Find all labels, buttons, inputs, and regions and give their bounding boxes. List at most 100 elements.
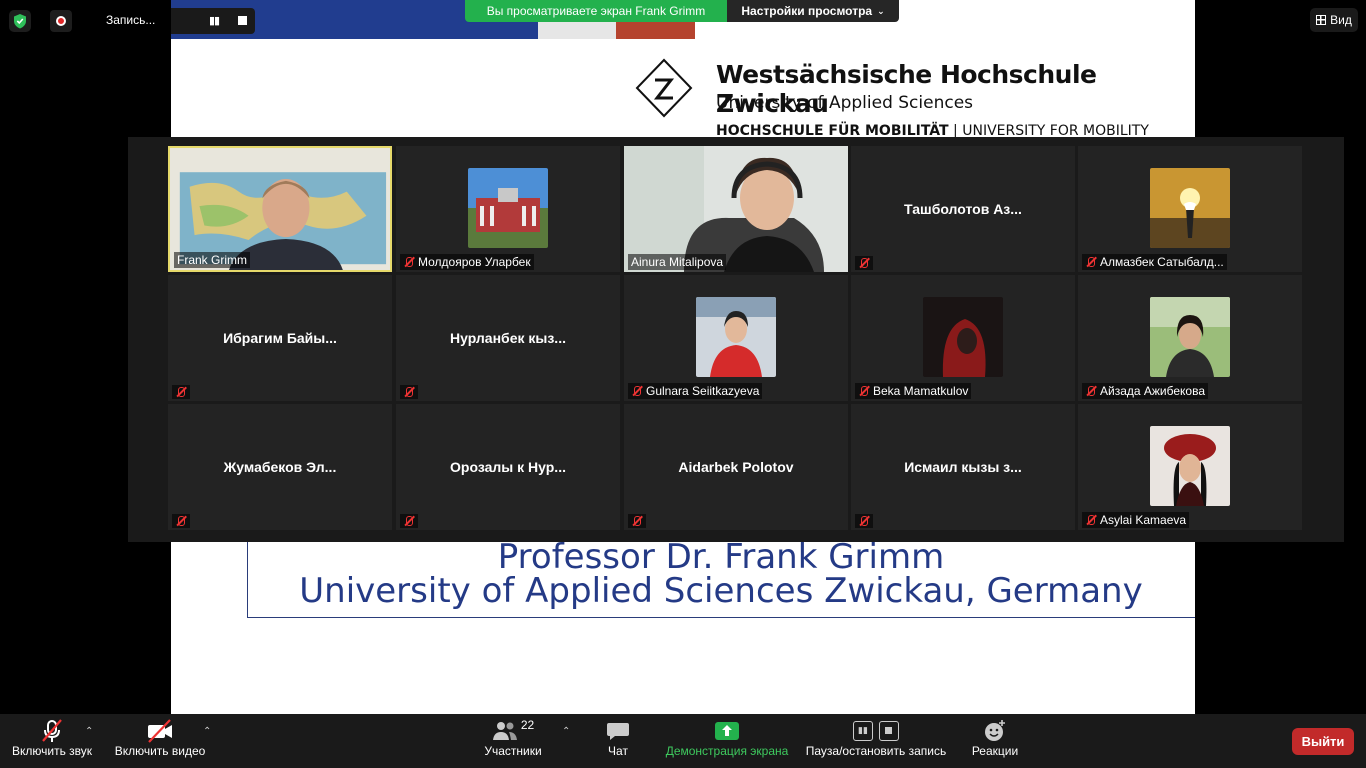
muted-mic-icon — [403, 386, 415, 398]
participant-tile[interactable]: Ainura Mitalipova — [624, 146, 848, 272]
participant-tile[interactable]: Ташболотов Аз... — [851, 146, 1075, 272]
video-off-icon — [112, 718, 208, 744]
participant-name-label: Молдояров Уларбек — [400, 254, 534, 270]
participant-name: Frank Grimm — [177, 253, 247, 267]
unmute-button[interactable]: Включить звук — [8, 718, 96, 758]
muted-mic-icon — [631, 385, 643, 397]
view-button-label: Вид — [1330, 13, 1352, 27]
participant-name-label — [172, 514, 190, 528]
participant-tile[interactable]: Asylai Kamaeva — [1078, 404, 1302, 530]
share-screen-icon — [664, 718, 790, 744]
chat-icon — [596, 718, 640, 744]
avatar-sunset — [1150, 168, 1230, 248]
share-screen-label: Демонстрация экрана — [665, 744, 789, 758]
avatar-building — [468, 168, 548, 248]
participant-name: Beka Mamatkulov — [873, 384, 969, 398]
leave-button[interactable]: Выйти — [1292, 728, 1354, 755]
muted-mic-icon — [403, 515, 415, 527]
avatar-traditional-hat — [1150, 426, 1230, 506]
muted-mic-icon — [1085, 256, 1097, 268]
recording-dot-icon — [56, 16, 66, 26]
participants-button[interactable]: 22 Участники — [478, 718, 548, 758]
participant-tile[interactable]: Орозалы к Нур... — [396, 404, 620, 530]
presenter-affiliation: University of Applied Sciences Zwickau, … — [299, 571, 1143, 611]
pause-recording-icon[interactable]: ▮▮ — [209, 14, 220, 27]
muted-mic-icon — [175, 515, 187, 527]
pause-stop-recording-button[interactable]: ▮▮ Пауза/остановить запись — [803, 718, 949, 758]
pause-stop-icons: ▮▮ — [803, 718, 949, 744]
participant-display-name: Нурланбек кыз... — [450, 330, 566, 346]
participant-display-name: Ташболотов Аз... — [904, 201, 1022, 217]
participant-display-name: Ибрагим Байы... — [223, 330, 337, 346]
avatar-portrait — [696, 297, 776, 377]
muted-mic-icon — [858, 515, 870, 527]
participant-name: Молдояров Уларбек — [418, 255, 531, 269]
university-logo-icon — [635, 58, 693, 118]
participants-label: Участники — [484, 744, 542, 758]
participant-name-label — [172, 385, 190, 399]
participant-name: Алмазбек Сатыбалд... — [1100, 255, 1224, 269]
view-options-menu[interactable]: Настройки просмотра ⌄ — [727, 0, 899, 22]
mic-muted-icon — [8, 718, 96, 744]
chevron-down-icon: ⌄ — [877, 5, 885, 16]
start-video-button[interactable]: Включить видео — [112, 718, 208, 758]
participant-tile[interactable]: Ибрагим Байы... — [168, 275, 392, 401]
participant-name: Gulnara Seiitkazyeva — [646, 384, 760, 398]
reactions-label: Реакции — [971, 744, 1019, 758]
share-banner: Вы просматриваете экран Frank Grimm — [465, 0, 727, 22]
participant-tile[interactable]: Нурланбек кыз... — [396, 275, 620, 401]
participants-count: 22 — [520, 718, 535, 732]
participants-caret-icon[interactable]: ⌃ — [562, 726, 570, 737]
muted-mic-icon — [403, 256, 415, 268]
muted-mic-icon — [1085, 514, 1097, 526]
participant-tile[interactable]: Алмазбек Сатыбалд... — [1078, 146, 1302, 272]
participant-name-label — [400, 385, 418, 399]
meeting-toolbar: Включить звук ⌃ Включить видео ⌃ 22 Учас… — [0, 714, 1366, 768]
participant-name-label: Gulnara Seiitkazyeva — [628, 383, 763, 399]
participant-name-label: Алмазбек Сатыбалд... — [1082, 254, 1227, 270]
muted-mic-icon — [858, 257, 870, 269]
participant-tile[interactable]: Gulnara Seiitkazyeva — [624, 275, 848, 401]
video-options-caret-icon[interactable]: ⌃ — [203, 726, 211, 737]
participants-icon-wrap: 22 — [478, 718, 548, 744]
security-shield-icon[interactable] — [9, 10, 31, 32]
participant-name-label — [855, 514, 873, 528]
participant-display-name: Исмаил кызы з... — [904, 459, 1022, 475]
participant-name: Айзада Ажибекова — [1100, 384, 1206, 398]
stop-icon — [879, 721, 899, 741]
view-options-label: Настройки просмотра — [741, 4, 873, 18]
start-video-label: Включить видео — [114, 744, 206, 758]
participant-tile[interactable]: Айзада Ажибекова — [1078, 275, 1302, 401]
avatar-woman-outdoors — [1150, 297, 1230, 377]
avatar-hooded — [923, 297, 1003, 377]
participant-name-label — [855, 256, 873, 270]
reactions-button[interactable]: Реакции — [968, 718, 1022, 758]
muted-mic-icon — [1085, 385, 1097, 397]
muted-mic-icon — [858, 385, 870, 397]
participant-tile[interactable]: Исмаил кызы з... — [851, 404, 1075, 530]
participant-display-name: Орозалы к Нур... — [450, 459, 566, 475]
participant-name-label: Frank Grimm — [174, 252, 250, 268]
pause-stop-recording-label: Пауза/остановить запись — [805, 744, 947, 758]
audio-options-caret-icon[interactable]: ⌃ — [85, 726, 93, 737]
stop-recording-icon[interactable] — [238, 16, 247, 25]
participant-tile[interactable]: Aidarbek Polotov — [624, 404, 848, 530]
chat-label: Чат — [608, 744, 628, 758]
participant-display-name: Жумабеков Эл... — [223, 459, 337, 475]
participant-display-name: Aidarbek Polotov — [678, 459, 794, 475]
participant-tile[interactable]: Жумабеков Эл... — [168, 404, 392, 530]
participant-name-label: Ainura Mitalipova — [628, 254, 727, 270]
smiley-icon — [968, 718, 1022, 744]
participant-name-label: Айзада Ажибекова — [1082, 383, 1209, 399]
participant-tile[interactable]: Beka Mamatkulov — [851, 275, 1075, 401]
view-button[interactable]: Вид — [1310, 8, 1358, 32]
participant-tile[interactable]: Frank Grimm — [168, 146, 392, 272]
share-screen-button[interactable]: Демонстрация экрана — [664, 718, 790, 758]
participant-tile[interactable]: Молдояров Уларбек — [396, 146, 620, 272]
participant-name: Asylai Kamaeva — [1100, 513, 1187, 527]
recording-label: Запись... — [106, 13, 156, 27]
unmute-label: Включить звук — [11, 744, 93, 758]
participant-gallery: Frank Grimm Молдояров Уларбек Ainura Mit… — [128, 137, 1344, 542]
chat-button[interactable]: Чат — [596, 718, 640, 758]
grid-icon — [1316, 15, 1327, 25]
